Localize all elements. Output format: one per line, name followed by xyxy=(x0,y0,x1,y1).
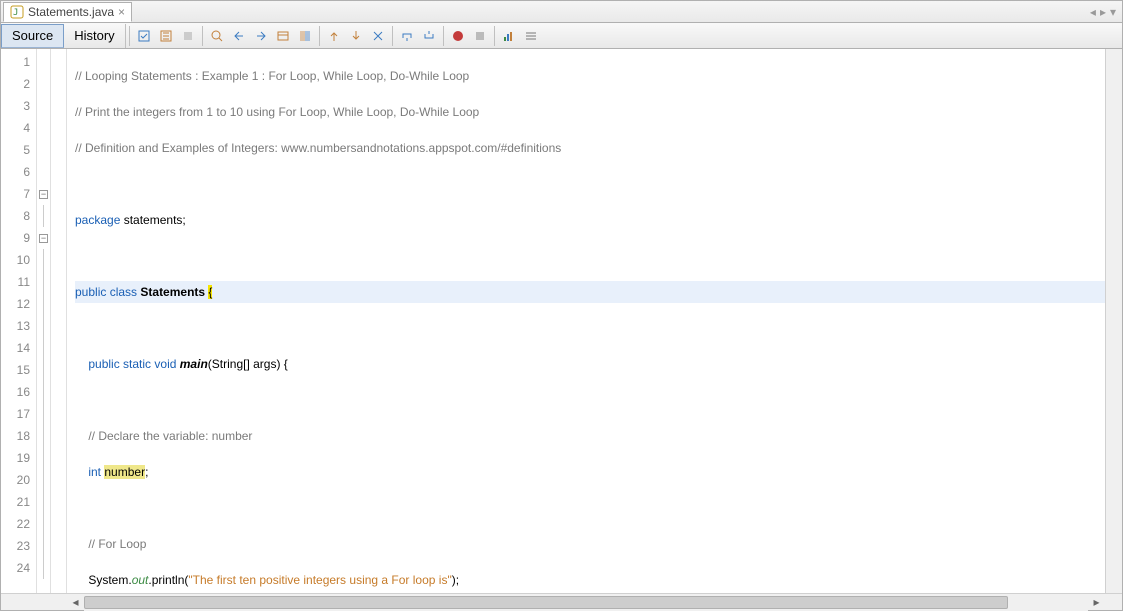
scroll-right-icon: ▸ xyxy=(1088,594,1105,611)
toolbar-button-11[interactable] xyxy=(368,26,388,46)
toolbar-button-14[interactable] xyxy=(448,26,468,46)
source-tab[interactable]: Source xyxy=(1,24,64,48)
vertical-scrollbar[interactable] xyxy=(1105,49,1122,593)
history-tab[interactable]: History xyxy=(64,24,125,48)
java-file-icon: J xyxy=(10,5,24,19)
toolbar-button-5[interactable] xyxy=(229,26,249,46)
toolbar-button-17[interactable] xyxy=(521,26,541,46)
fold-column: − − xyxy=(37,49,51,593)
file-tab-statements[interactable]: J Statements.java × xyxy=(3,2,132,22)
scroll-left-icon[interactable]: ◂ xyxy=(67,594,84,611)
toolbar-button-15[interactable] xyxy=(470,26,490,46)
prev-tab-icon[interactable]: ◂ xyxy=(1090,5,1096,19)
code-editor[interactable]: // Looping Statements : Example 1 : For … xyxy=(67,49,1105,593)
file-tab-bar: J Statements.java × ◂ ▸ ▾ xyxy=(1,1,1122,23)
tab-nav-arrows: ◂ ▸ ▾ xyxy=(1090,5,1120,19)
toolbar-button-8[interactable] xyxy=(295,26,315,46)
editor-toolbar: Source History xyxy=(1,23,1122,49)
file-tab-label: Statements.java xyxy=(28,5,114,19)
toolbar-button-16[interactable] xyxy=(499,26,519,46)
fold-toggle-icon[interactable]: − xyxy=(39,234,48,243)
toolbar-button-6[interactable] xyxy=(251,26,271,46)
close-tab-icon[interactable]: × xyxy=(118,5,125,19)
tab-menu-icon[interactable]: ▾ xyxy=(1110,5,1116,19)
toolbar-button-2[interactable] xyxy=(156,26,176,46)
line-number-gutter: 123456789101112131415161718192021222324 xyxy=(1,49,37,593)
toolbar-button-9[interactable] xyxy=(324,26,344,46)
svg-text:J: J xyxy=(13,8,18,18)
fold-toggle-icon[interactable]: − xyxy=(39,190,48,199)
toolbar-button-7[interactable] xyxy=(273,26,293,46)
horizontal-scrollbar[interactable]: ◂ ▸ xyxy=(1,593,1122,610)
toolbar-button-12[interactable] xyxy=(397,26,417,46)
marker-column xyxy=(51,49,67,593)
toolbar-button-3[interactable] xyxy=(178,26,198,46)
scrollbar-thumb[interactable] xyxy=(84,596,1008,609)
toolbar-button-10[interactable] xyxy=(346,26,366,46)
toolbar-button-13[interactable] xyxy=(419,26,439,46)
toolbar-button-4[interactable] xyxy=(207,26,227,46)
next-tab-icon[interactable]: ▸ xyxy=(1100,5,1106,19)
toolbar-button-1[interactable] xyxy=(134,26,154,46)
